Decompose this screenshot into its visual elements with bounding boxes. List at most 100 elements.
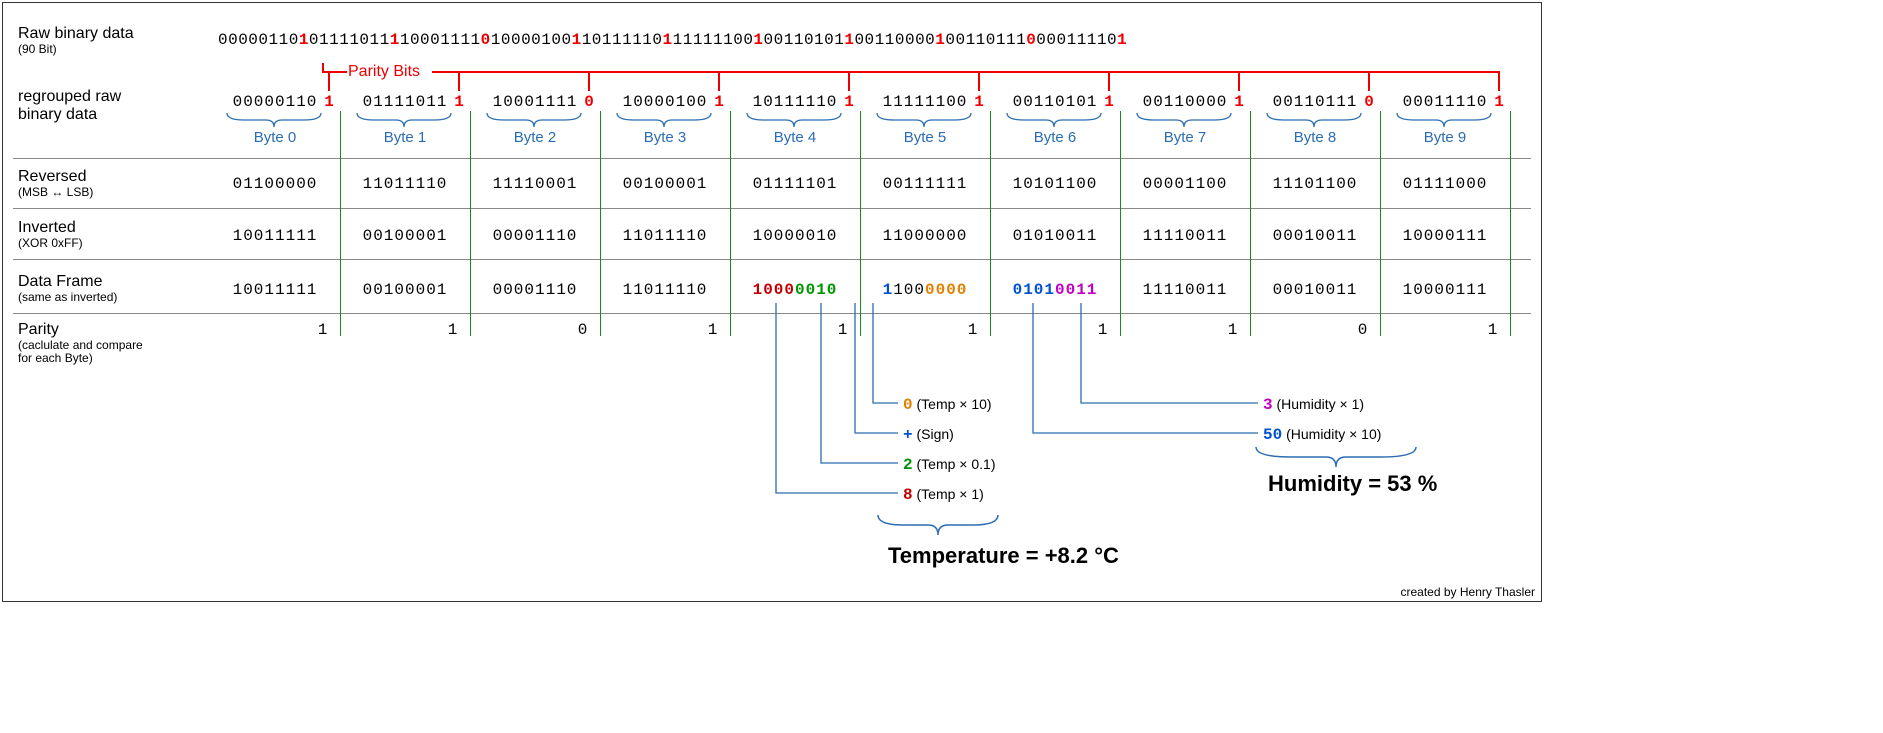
brace-byte-2 (484, 111, 584, 129)
annot-temp-x10: 0 (Temp × 10) (903, 396, 992, 414)
parity-bits-label: Parity Bits (348, 63, 420, 81)
dataframe-byte-9: 10000111 (1388, 281, 1502, 299)
reversed-byte-0: 01100000 (218, 175, 332, 193)
parity-calc-3: 1 (698, 321, 728, 339)
label-parity-sub: (caclulate and compare for each Byte) (18, 339, 208, 365)
inverted-byte-1: 00100001 (348, 227, 462, 245)
byte-label-5: Byte 5 (868, 129, 982, 146)
inverted-byte-9: 10000111 (1388, 227, 1502, 245)
parity-bit-7: 1 (1230, 93, 1248, 111)
humidity-result: Humidity = 53 % (1268, 471, 1437, 497)
parity-calc-4: 1 (828, 321, 858, 339)
byte-label-9: Byte 9 (1388, 129, 1502, 146)
dataframe-byte-0: 10011111 (218, 281, 332, 299)
hr-2 (13, 208, 1531, 209)
brace-byte-1 (354, 111, 454, 129)
parity-calc-1: 1 (438, 321, 468, 339)
byte-label-3: Byte 3 (608, 129, 722, 146)
parity-bit-8: 0 (1360, 93, 1378, 111)
byte-label-2: Byte 2 (478, 129, 592, 146)
parity-bit-4: 1 (840, 93, 858, 111)
dataframe-byte-7: 11110011 (1128, 281, 1242, 299)
label-raw: Raw binary data (90 Bit) (18, 25, 208, 56)
hr-1 (13, 158, 1531, 159)
reversed-byte-6: 10101100 (998, 175, 1112, 193)
credit: created by Henry Thasler (1400, 585, 1535, 599)
label-dataframe: Data Frame (same as inverted) (18, 273, 208, 304)
green-separator-9 (1510, 111, 1511, 336)
parity-calc-9: 1 (1478, 321, 1508, 339)
dataframe-byte-8: 00010011 (1258, 281, 1372, 299)
label-reversed-title: Reversed (18, 168, 86, 185)
green-separator-0 (340, 111, 341, 336)
inverted-byte-5: 11000000 (868, 227, 982, 245)
green-separator-3 (730, 111, 731, 336)
regrouped-byte-7: 00110000 (1128, 93, 1242, 111)
annot-hum-x10: 50 (Humidity × 10) (1263, 426, 1381, 444)
label-regrouped-sub: binary data (18, 106, 208, 124)
parity-calc-0: 1 (308, 321, 338, 339)
annot-sign: + (Sign) (903, 426, 954, 444)
annot-temp-x01: 2 (Temp × 0.1) (903, 456, 995, 474)
regrouped-byte-0: 00000110 (218, 93, 332, 111)
brace-byte-4 (744, 111, 844, 129)
green-separator-2 (600, 111, 601, 336)
diagram-canvas: Raw binary data (90 Bit) 000001101011110… (2, 2, 1542, 602)
brace-byte-5 (874, 111, 974, 129)
parity-bit-2: 0 (580, 93, 598, 111)
inverted-byte-3: 11011110 (608, 227, 722, 245)
inverted-byte-2: 00001110 (478, 227, 592, 245)
byte-label-0: Byte 0 (218, 129, 332, 146)
hr-4 (13, 313, 1531, 314)
label-regrouped: regrouped raw binary data (18, 88, 208, 123)
green-separator-6 (1120, 111, 1121, 336)
label-inverted-title: Inverted (18, 219, 76, 236)
parity-calc-6: 1 (1088, 321, 1118, 339)
parity-calc-5: 1 (958, 321, 988, 339)
label-reversed-sub: (MSB ↔ LSB) (18, 186, 208, 199)
dataframe-byte-6: 01010011 (998, 281, 1112, 299)
parity-calc-7: 1 (1218, 321, 1248, 339)
regrouped-byte-5: 11111100 (868, 93, 982, 111)
brace-byte-8 (1264, 111, 1364, 129)
reversed-byte-1: 11011110 (348, 175, 462, 193)
temperature-result: Temperature = +8.2 °C (888, 543, 1119, 569)
byte-label-8: Byte 8 (1258, 129, 1372, 146)
brace-byte-3 (614, 111, 714, 129)
regrouped-byte-9: 00011110 (1388, 93, 1502, 111)
dataframe-byte-5: 11000000 (868, 281, 982, 299)
brace-byte-7 (1134, 111, 1234, 129)
brace-byte-9 (1394, 111, 1494, 129)
green-separator-1 (470, 111, 471, 336)
reversed-byte-8: 11101100 (1258, 175, 1372, 193)
byte-label-4: Byte 4 (738, 129, 852, 146)
dataframe-byte-2: 00001110 (478, 281, 592, 299)
label-parity-title: Parity (18, 321, 59, 338)
inverted-byte-8: 00010011 (1258, 227, 1372, 245)
regrouped-byte-6: 00110101 (998, 93, 1112, 111)
dataframe-byte-1: 00100001 (348, 281, 462, 299)
reversed-byte-4: 01111101 (738, 175, 852, 193)
reversed-byte-5: 00111111 (868, 175, 982, 193)
inverted-byte-4: 10000010 (738, 227, 852, 245)
inverted-byte-0: 10011111 (218, 227, 332, 245)
label-dataframe-title: Data Frame (18, 273, 102, 290)
parity-bit-3: 1 (710, 93, 728, 111)
annot-hum-x1: 3 (Humidity × 1) (1263, 396, 1364, 414)
label-raw-sub: (90 Bit) (18, 43, 208, 56)
raw-bit-string: 0000011010111101111000111101000010011011… (218, 31, 1127, 49)
green-separator-7 (1250, 111, 1251, 336)
parity-bit-0: 1 (320, 93, 338, 111)
brace-byte-0 (224, 111, 324, 129)
green-separator-5 (990, 111, 991, 336)
brace-byte-6 (1004, 111, 1104, 129)
reversed-byte-3: 00100001 (608, 175, 722, 193)
reversed-byte-2: 11110001 (478, 175, 592, 193)
brace-humidity (1251, 445, 1421, 473)
regrouped-byte-1: 01111011 (348, 93, 462, 111)
label-parity: Parity (caclulate and compare for each B… (18, 321, 208, 365)
parity-bit-6: 1 (1100, 93, 1118, 111)
parity-calc-2: 0 (568, 321, 598, 339)
byte-label-7: Byte 7 (1128, 129, 1242, 146)
label-raw-title: Raw binary data (18, 25, 134, 42)
